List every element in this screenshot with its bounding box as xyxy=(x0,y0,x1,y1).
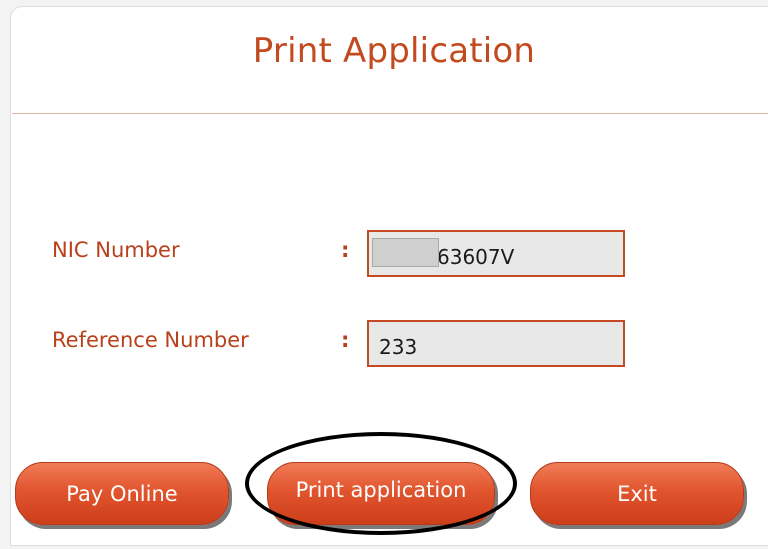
nic-number-colon: : xyxy=(341,238,350,262)
page-title: Print Application xyxy=(252,31,536,71)
title-divider xyxy=(12,113,768,114)
reference-number-colon: : xyxy=(341,328,350,352)
exit-button[interactable]: Exit xyxy=(530,462,744,525)
nic-number-label: NIC Number xyxy=(52,238,180,262)
highlight-annotation-circle xyxy=(245,432,517,535)
pay-online-button[interactable]: Pay Online xyxy=(15,462,229,525)
nic-redaction-mask xyxy=(372,238,439,267)
reference-number-field[interactable] xyxy=(367,320,625,367)
reference-number-label: Reference Number xyxy=(52,328,249,352)
